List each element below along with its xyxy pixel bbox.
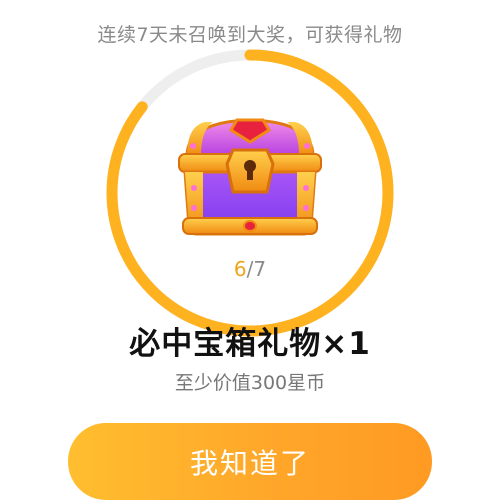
progress-total: 7 bbox=[253, 257, 267, 281]
prize-title: 必中宝箱礼物×1 bbox=[129, 326, 371, 362]
prize-description: 至少价值300星币 bbox=[174, 372, 326, 394]
progress-current: 6 bbox=[233, 257, 247, 281]
reward-dialog: 连续7天未召唤到大奖，可获得礼物 6/7 必中宝箱礼物×1 至少价值300星币 … bbox=[0, 0, 500, 500]
treasure-chest-icon bbox=[178, 118, 322, 236]
confirm-button[interactable]: 我知道了 bbox=[68, 423, 432, 500]
progress-text: 6/7 bbox=[0, 257, 500, 281]
